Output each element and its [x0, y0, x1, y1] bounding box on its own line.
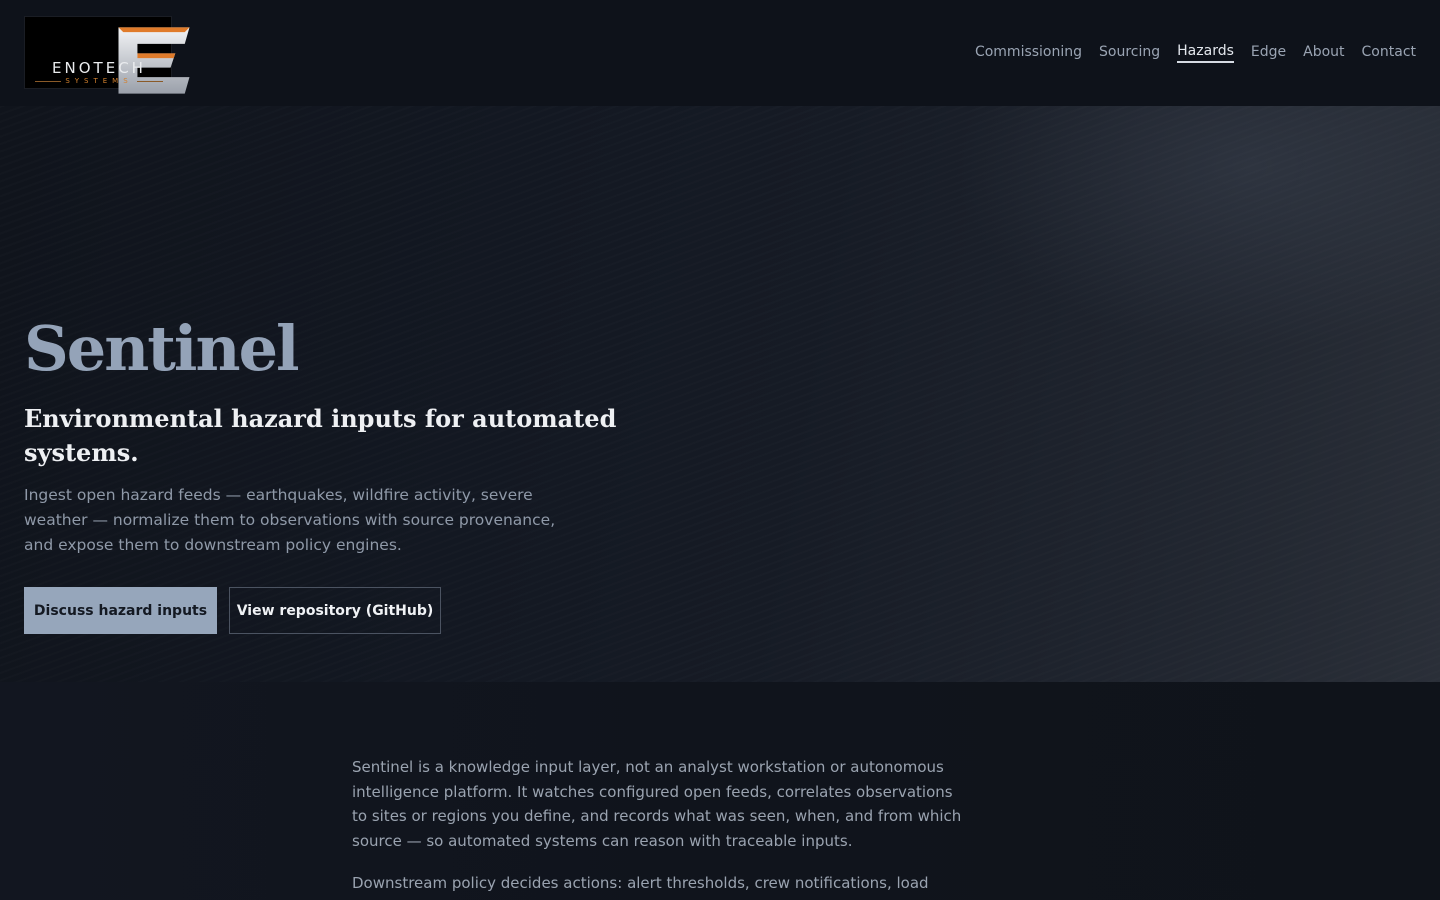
enotech-logo[interactable]: ENOTECH SYSTEMS [24, 16, 190, 94]
nav-edge[interactable]: Edge [1251, 44, 1286, 62]
site-header: ENOTECH SYSTEMS Commissioning Sourcing H… [0, 0, 1440, 106]
nav-contact[interactable]: Contact [1362, 44, 1416, 62]
nav-about[interactable]: About [1303, 44, 1344, 62]
hero-lede: Ingest open hazard feeds — earthquakes, … [24, 486, 556, 554]
logo-wordmark: ENOTECH [52, 59, 146, 77]
nav-sourcing[interactable]: Sourcing [1099, 44, 1160, 62]
hero-title: Sentinel [24, 312, 300, 385]
main-nav: Commissioning Sourcing Hazards Edge Abou… [975, 43, 1416, 63]
about-paragraph: Sentinel is a knowledge input layer, not… [352, 758, 962, 850]
nav-hazards[interactable]: Hazards [1177, 43, 1234, 63]
view-repository-button[interactable]: View repository (GitHub) [229, 587, 441, 634]
logo-tagline: SYSTEMS [65, 77, 133, 85]
discuss-hazard-inputs-button[interactable]: Discuss hazard inputs [24, 587, 217, 634]
hero-section: Sentinel Environmental hazard inputs for… [0, 106, 1440, 682]
about-paragraph: Downstream policy decides actions: alert… [352, 874, 929, 892]
about-section: Sentinel is a knowledge input layer, not… [0, 682, 1440, 900]
nav-commissioning[interactable]: Commissioning [975, 44, 1082, 62]
hero-subtitle: Environmental hazard inputs for automate… [24, 404, 617, 467]
